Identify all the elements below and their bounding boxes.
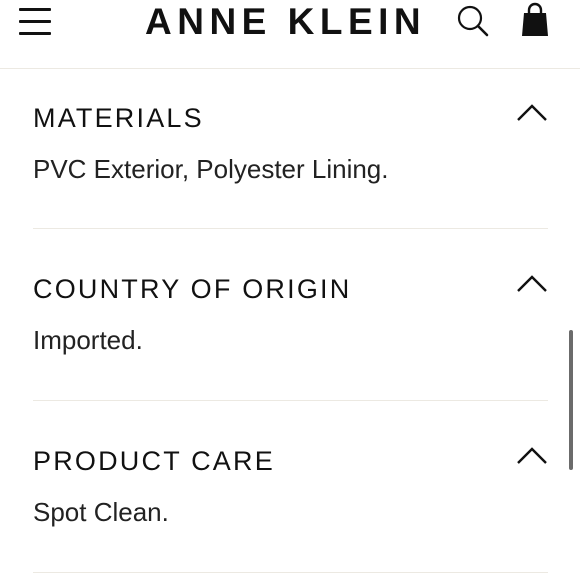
chevron-up-icon[interactable] bbox=[516, 102, 548, 122]
product-details-page: ANNE KLEIN MATERIALS PVC Exterior, Polye… bbox=[0, 0, 580, 580]
search-icon[interactable] bbox=[456, 4, 490, 38]
accordion-header-country-of-origin[interactable]: COUNTRY OF ORIGIN bbox=[33, 271, 548, 311]
chevron-up-icon[interactable] bbox=[516, 445, 548, 465]
section-title: MATERIALS bbox=[33, 103, 204, 133]
section-title: PRODUCT CARE bbox=[33, 446, 275, 476]
brand-logo[interactable]: ANNE KLEIN bbox=[145, 0, 445, 44]
accordion-header-materials[interactable]: MATERIALS bbox=[33, 100, 548, 140]
accordion-header-product-care[interactable]: PRODUCT CARE bbox=[33, 443, 548, 483]
section-body: Imported. bbox=[33, 325, 143, 355]
chevron-up-icon[interactable] bbox=[516, 273, 548, 293]
search-icon-graphic bbox=[457, 5, 489, 37]
section-divider bbox=[33, 572, 548, 573]
site-header: ANNE KLEIN bbox=[0, 0, 580, 69]
shopping-bag-icon[interactable] bbox=[520, 2, 550, 38]
section-body: PVC Exterior, Polyester Lining. bbox=[33, 154, 389, 184]
section-title: COUNTRY OF ORIGIN bbox=[33, 274, 352, 304]
menu-line bbox=[19, 20, 51, 23]
scrollbar-thumb[interactable] bbox=[569, 330, 573, 470]
hamburger-menu-icon[interactable] bbox=[19, 6, 51, 36]
section-divider bbox=[33, 400, 548, 401]
menu-line bbox=[19, 8, 51, 11]
menu-line bbox=[19, 32, 51, 35]
section-body: Spot Clean. bbox=[33, 497, 169, 527]
section-divider bbox=[33, 228, 548, 229]
shopping-bag-icon-graphic bbox=[522, 2, 548, 36]
